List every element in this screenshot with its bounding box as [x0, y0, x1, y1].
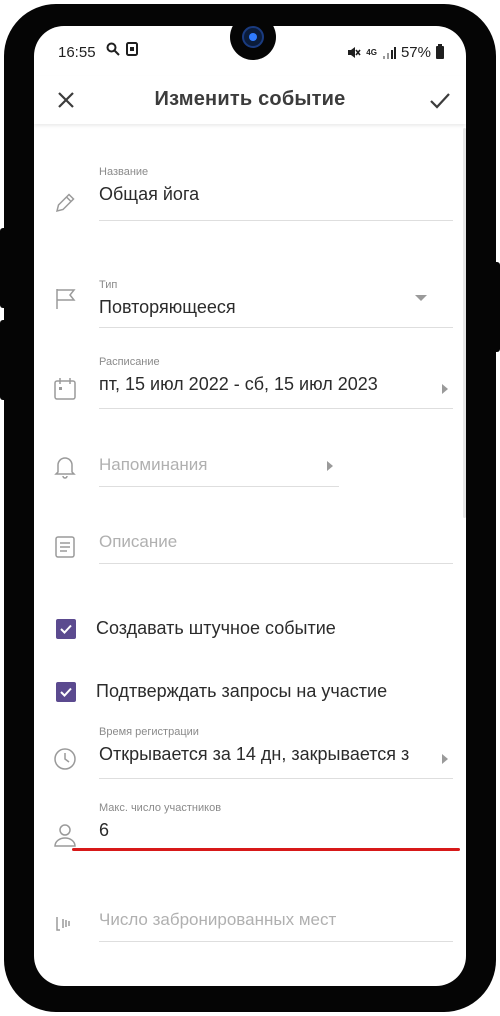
signal-icon [382, 46, 396, 59]
search-icon [106, 42, 120, 56]
app-bar: Изменить событие [34, 76, 466, 124]
check-icon[interactable] [426, 86, 454, 114]
battery-percent: 57% [400, 44, 431, 61]
confirm-requests-label: Подтверждать запросы на участие [96, 681, 388, 701]
schedule-field[interactable]: Расписание пт, 15 июл 2022 - сб, 15 июл … [34, 356, 466, 409]
max-participants-value[interactable]: 6 [99, 820, 453, 841]
name-label: Название [99, 166, 149, 178]
divider [99, 563, 453, 564]
type-label: Тип [99, 279, 118, 291]
confirm-requests-checkbox[interactable] [56, 681, 76, 702]
max-participants-label: Макс. число участников [99, 802, 222, 814]
type-value: Повторяющееся [99, 297, 236, 317]
name-value[interactable]: Общая йога [99, 184, 453, 205]
create-single-event-label: Создавать штучное событие [96, 618, 336, 638]
create-single-event-checkbox[interactable] [56, 618, 76, 639]
chevron-right-icon [442, 754, 448, 764]
divider [99, 486, 339, 487]
volume-button [0, 228, 10, 308]
registration-time-value: Открывается за 14 дн, закрывается з [99, 744, 410, 764]
schedule-label: Расписание [99, 356, 160, 368]
create-single-event-row[interactable]: Создавать штучное событие [56, 618, 336, 639]
pencil-icon [55, 193, 75, 213]
schedule-value: пт, 15 июл 2022 - сб, 15 июл 2023 [99, 374, 378, 394]
seats-icon [56, 917, 70, 931]
max-participants-field[interactable]: Макс. число участников 6 [34, 802, 466, 854]
status-time: 16:55 [58, 44, 96, 61]
chevron-right-icon [327, 461, 333, 471]
person-icon [54, 824, 76, 847]
red-underline-annotation [72, 848, 460, 851]
bell-icon [54, 457, 76, 479]
calendar-icon [54, 378, 76, 400]
check-mark-icon [60, 624, 72, 634]
description-placeholder: Описание [99, 532, 178, 551]
name-field[interactable]: Название Общая йога [34, 166, 466, 222]
battery-icon [436, 44, 444, 59]
divider [99, 327, 453, 328]
volume-button-2 [0, 320, 10, 400]
screen: 16:55 4G 57% Изменить событие Название О… [34, 26, 466, 986]
clock-icon [54, 748, 76, 770]
divider [99, 408, 453, 409]
booked-seats-field[interactable]: Число забронированных мест [34, 906, 466, 942]
registration-time-label: Время регистрации [99, 726, 199, 738]
check-mark-icon [60, 687, 72, 697]
page-title: Изменить событие [154, 88, 346, 110]
chevron-right-icon [442, 384, 448, 394]
network-type: 4G [366, 48, 377, 57]
registration-time-field[interactable]: Время регистрации Открывается за 14 дн, … [34, 726, 466, 779]
reminders-field[interactable]: Напоминания [34, 451, 466, 487]
type-select[interactable]: Тип Повторяющееся [34, 279, 466, 331]
confirm-requests-row[interactable]: Подтверждать запросы на участие [56, 681, 387, 702]
screenshot-icon [126, 42, 138, 56]
divider [99, 778, 453, 779]
dropdown-arrow-icon [415, 295, 427, 301]
mute-icon [348, 47, 361, 58]
divider [99, 941, 453, 942]
booked-seats-placeholder: Число забронированных мест [99, 910, 337, 929]
notes-icon [55, 536, 75, 558]
flag-icon [56, 289, 76, 309]
reminders-placeholder: Напоминания [99, 455, 208, 474]
description-field[interactable]: Описание [34, 528, 466, 564]
divider [99, 220, 453, 221]
power-button [490, 262, 500, 352]
